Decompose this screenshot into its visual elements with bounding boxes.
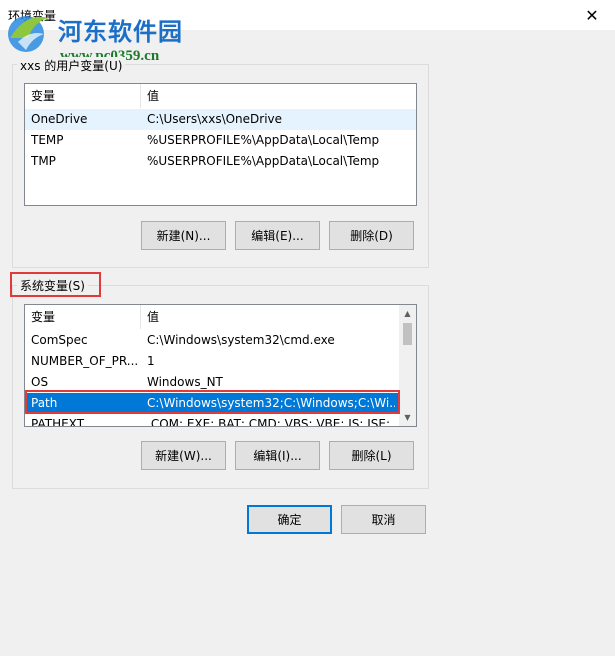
column-header-variable[interactable]: 变量 xyxy=(25,305,141,329)
column-header-value[interactable]: 值 xyxy=(141,305,401,329)
column-header-value[interactable]: 值 xyxy=(141,84,401,108)
user-variables-list[interactable]: 变量 值 OneDrive C:\Users\xxs\OneDrive TEMP… xyxy=(24,83,417,206)
user-edit-button[interactable]: 编辑(E)... xyxy=(235,221,320,250)
system-edit-button[interactable]: 编辑(I)... xyxy=(235,441,320,470)
table-row[interactable]: ComSpec C:\Windows\system32\cmd.exe xyxy=(25,330,416,351)
variable-value: C:\Users\xxs\OneDrive xyxy=(147,112,283,126)
cancel-button[interactable]: 取消 xyxy=(341,505,426,534)
system-variables-legend-highlight xyxy=(10,272,101,297)
column-header-variable[interactable]: 变量 xyxy=(25,84,141,108)
close-icon[interactable]: ✕ xyxy=(569,0,615,30)
table-row[interactable]: TMP %USERPROFILE%\AppData\Local\Temp xyxy=(25,151,416,172)
system-delete-button[interactable]: 删除(L) xyxy=(329,441,414,470)
scroll-up-arrow-icon[interactable]: ▲ xyxy=(399,305,416,322)
variable-name: OneDrive xyxy=(31,112,88,126)
list-header: 变量 值 xyxy=(25,305,416,329)
list-header: 变量 值 xyxy=(25,84,416,108)
variable-name: NUMBER_OF_PR... xyxy=(31,354,139,368)
watermark-site-name: 河东软件园 xyxy=(58,17,183,46)
system-new-button[interactable]: 新建(W)... xyxy=(141,441,226,470)
user-delete-button[interactable]: 删除(D) xyxy=(329,221,414,250)
variable-name: TEMP xyxy=(31,133,64,147)
variable-value: %USERPROFILE%\AppData\Local\Temp xyxy=(147,133,380,147)
variable-value: C:\Windows\system32\cmd.exe xyxy=(147,333,335,347)
scroll-down-arrow-icon[interactable]: ▼ xyxy=(399,409,416,426)
variable-name: PATHEXT xyxy=(31,417,85,427)
scroll-thumb[interactable] xyxy=(403,323,412,345)
variable-value: %USERPROFILE%\AppData\Local\Temp xyxy=(147,154,380,168)
user-variables-legend: xxs 的用户变量(U) xyxy=(17,57,126,74)
system-list-scrollbar[interactable]: ▲ ▼ xyxy=(399,305,416,426)
variable-value: .COM;.EXE;.BAT;.CMD;.VBS;.VBE;.JS;.JSE;.… xyxy=(147,417,402,427)
table-row[interactable]: NUMBER_OF_PR... 1 xyxy=(25,351,416,372)
variable-name: TMP xyxy=(31,154,56,168)
user-new-button[interactable]: 新建(N)... xyxy=(141,221,226,250)
table-row[interactable]: PATHEXT .COM;.EXE;.BAT;.CMD;.VBS;.VBE;.J… xyxy=(25,414,416,427)
watermark-logo-icon xyxy=(8,16,48,52)
table-row[interactable]: OneDrive C:\Users\xxs\OneDrive xyxy=(25,109,416,130)
ok-button[interactable]: 确定 xyxy=(247,505,332,534)
path-row-highlight xyxy=(25,390,400,414)
variable-value: 1 xyxy=(147,354,155,368)
variable-name: ComSpec xyxy=(31,333,88,347)
table-row[interactable]: TEMP %USERPROFILE%\AppData\Local\Temp xyxy=(25,130,416,151)
